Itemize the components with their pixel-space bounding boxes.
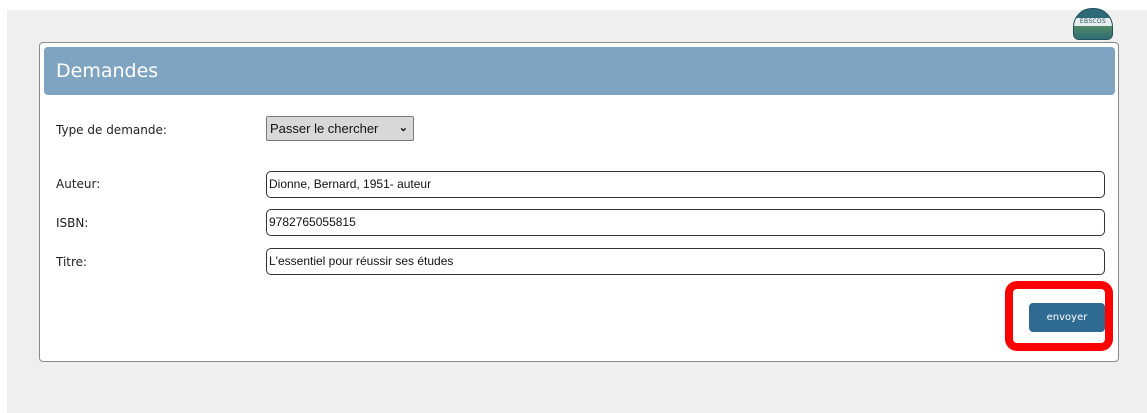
submit-button[interactable]: envoyer <box>1029 303 1105 332</box>
author-field[interactable]: Dionne, Bernard, 1951- auteur <box>266 171 1105 198</box>
chevron-down-icon: ⌄ <box>398 122 408 134</box>
title-field[interactable]: L'essentiel pour réussir ses études <box>266 248 1105 275</box>
panel-title: Demandes <box>56 60 159 82</box>
request-type-label: Type de demande: <box>56 123 167 137</box>
logo-bottom <box>1074 26 1112 39</box>
logo-icon: EBSCOS <box>1073 8 1113 40</box>
request-type-selected-value: Passer le chercher <box>270 121 379 136</box>
request-type-select[interactable]: Passer le chercher ⌄ <box>266 116 414 141</box>
isbn-field[interactable]: 9782765055815 <box>266 209 1105 236</box>
isbn-label: ISBN: <box>56 216 89 230</box>
author-label: Auteur: <box>56 177 101 191</box>
logo-text: EBSCOS <box>1074 18 1112 26</box>
title-label: Titre: <box>56 255 88 269</box>
requests-panel: Demandes Type de demande: Passer le cher… <box>39 42 1119 362</box>
panel-header: Demandes <box>44 47 1115 95</box>
